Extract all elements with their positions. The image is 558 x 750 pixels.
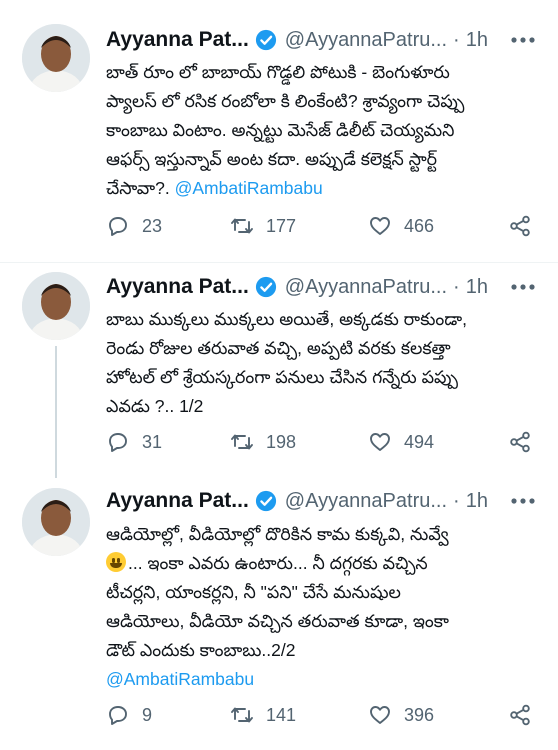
mention-link[interactable]: @AmbatiRambabu [175, 178, 323, 198]
reply-icon [109, 433, 127, 452]
author-handle[interactable]: @AyyannaPatru... [285, 276, 447, 299]
text-segment: ... ఇంకా ఎవరు ఉంటారు... నీ దగ్గరకు వచ్చి… [128, 553, 428, 573]
avatar[interactable] [22, 272, 90, 340]
timestamp[interactable]: 1h [466, 490, 488, 513]
text-line: బాత్ రూం లో బాబాయ్ గొడ్డలి పోటుకి - బెంగ… [106, 62, 450, 82]
retweet-icon [231, 707, 253, 723]
reply-count: 9 [142, 704, 153, 725]
tweet-3[interactable]: Ayyanna Pat... @AyyannaPatru... · 1h ఆడి… [0, 478, 558, 750]
share-icon [510, 704, 530, 726]
tweet-text: బాత్ రూం లో బాబాయ్ గొడ్డలి పోటుకి - బెంగ… [106, 58, 546, 203]
avatar[interactable] [22, 24, 90, 92]
mention-link[interactable]: @AmbatiRambabu [106, 669, 254, 689]
text-line: బాబు ముక్కలు ముక్కలు అయితే, అక్కడకు రాకు… [106, 309, 467, 329]
like-count: 466 [404, 215, 435, 236]
reply-button[interactable]: 23 [106, 211, 162, 241]
retweet-icon [231, 434, 253, 450]
text-line: టీచర్లని, యాంకర్లని, నీ "పని" చేసే మనుషు… [106, 582, 401, 602]
author-name[interactable]: Ayyanna Pat... [106, 489, 249, 513]
separator-dot: · [453, 275, 460, 298]
like-button[interactable]: 396 [368, 700, 434, 730]
tweet-actions: 31 198 494 [106, 427, 546, 457]
text-line: డౌట్ ఎందుకు కాంబాబు..2/2 [106, 640, 296, 660]
text-line: ఆడియోలు, వీడియో వచ్చిన తరువాత కూడా, ఇంకా [106, 611, 449, 631]
more-options-icon[interactable] [510, 25, 536, 55]
heart-icon [370, 217, 390, 235]
text-line: ఆఫర్స్ ఇస్తున్నావ్ అంట కదా. అప్పుడే కలెక… [106, 149, 438, 169]
tweet-actions: 23 177 466 [106, 211, 546, 241]
retweet-button[interactable]: 141 [230, 700, 296, 730]
text-line: కాంబాబు వింటాం. అన్నట్టు మెసేజ్ డిలీట్ చ… [106, 120, 455, 140]
share-button[interactable] [508, 700, 532, 730]
avatar[interactable] [22, 488, 90, 556]
author-handle[interactable]: @AyyannaPatru... [285, 490, 447, 513]
reply-icon [109, 217, 127, 236]
reply-button[interactable]: 31 [106, 427, 162, 457]
text-line: చేసావా?. @AmbatiRambabu [106, 174, 546, 203]
author-handle[interactable]: @AyyannaPatru... [285, 29, 447, 52]
avatar-portrait-icon [22, 488, 90, 556]
tweet-actions: 9 141 396 [106, 700, 546, 730]
author-name[interactable]: Ayyanna Pat... [106, 28, 249, 52]
separator-dot: · [453, 28, 460, 51]
timestamp[interactable]: 1h [466, 29, 488, 52]
retweet-icon [231, 218, 253, 234]
reply-button[interactable]: 9 [106, 700, 152, 730]
retweet-count: 141 [266, 704, 297, 725]
tweet-1[interactable]: Ayyanna Pat... @AyyannaPatru... · 1h బాత… [0, 0, 558, 262]
verified-badge-icon [255, 276, 276, 298]
reply-count: 23 [142, 215, 163, 236]
retweet-count: 177 [266, 215, 297, 236]
heart-icon [370, 433, 390, 451]
text-line: రెండు రోజుల తరువాత వచ్చి, అప్పటి వరకు కల… [106, 338, 451, 358]
reply-count: 31 [142, 431, 163, 452]
verified-badge-icon [255, 29, 276, 51]
grinning-face-emoji-icon [106, 552, 126, 572]
share-icon [510, 215, 530, 237]
like-count: 396 [404, 704, 435, 725]
reply-icon [109, 706, 127, 725]
like-button[interactable]: 494 [368, 427, 434, 457]
text-line: హోటల్ లో శ్రేయస్కరంగా పనులు చేసిన గన్నేర… [106, 367, 459, 387]
tweet-2[interactable]: Ayyanna Pat... @AyyannaPatru... · 1h బాబ… [0, 263, 558, 473]
retweet-button[interactable]: 198 [230, 427, 296, 457]
author-name[interactable]: Ayyanna Pat... [106, 275, 249, 299]
verified-badge-icon [255, 490, 276, 512]
share-icon [510, 431, 530, 453]
retweet-count: 198 [266, 431, 297, 452]
text-line: ఆడియోల్లో, వీడియోల్లో దొరికిన కామ కుక్కవ… [106, 524, 449, 544]
tweet-text: ఆడియోల్లో, వీడియోల్లో దొరికిన కామ కుక్కవ… [106, 520, 546, 694]
text-segment: చేసావా?. [106, 178, 175, 198]
more-options-icon[interactable] [510, 272, 536, 302]
separator-dot: · [453, 489, 460, 512]
like-button[interactable]: 466 [368, 211, 434, 241]
share-button[interactable] [508, 211, 532, 241]
avatar-portrait-icon [22, 272, 90, 340]
share-button[interactable] [508, 427, 532, 457]
tweet-text: బాబు ముక్కలు ముక్కలు అయితే, అక్కడకు రాకు… [106, 305, 546, 421]
text-line: ఎవడు ?.. 1/2 [106, 396, 204, 416]
like-count: 494 [404, 431, 435, 452]
text-line: @AmbatiRambabu [106, 665, 546, 694]
avatar-portrait-icon [22, 24, 90, 92]
text-line: ... ఇంకా ఎవరు ఉంటారు... నీ దగ్గరకు వచ్చి… [106, 549, 546, 578]
more-options-icon[interactable] [510, 486, 536, 516]
heart-icon [370, 706, 390, 724]
timestamp[interactable]: 1h [466, 276, 488, 299]
text-line: ప్యాలస్ లో రసిక రంబోలా కి లింకేంటి? శ్రా… [106, 91, 465, 111]
retweet-button[interactable]: 177 [230, 211, 296, 241]
